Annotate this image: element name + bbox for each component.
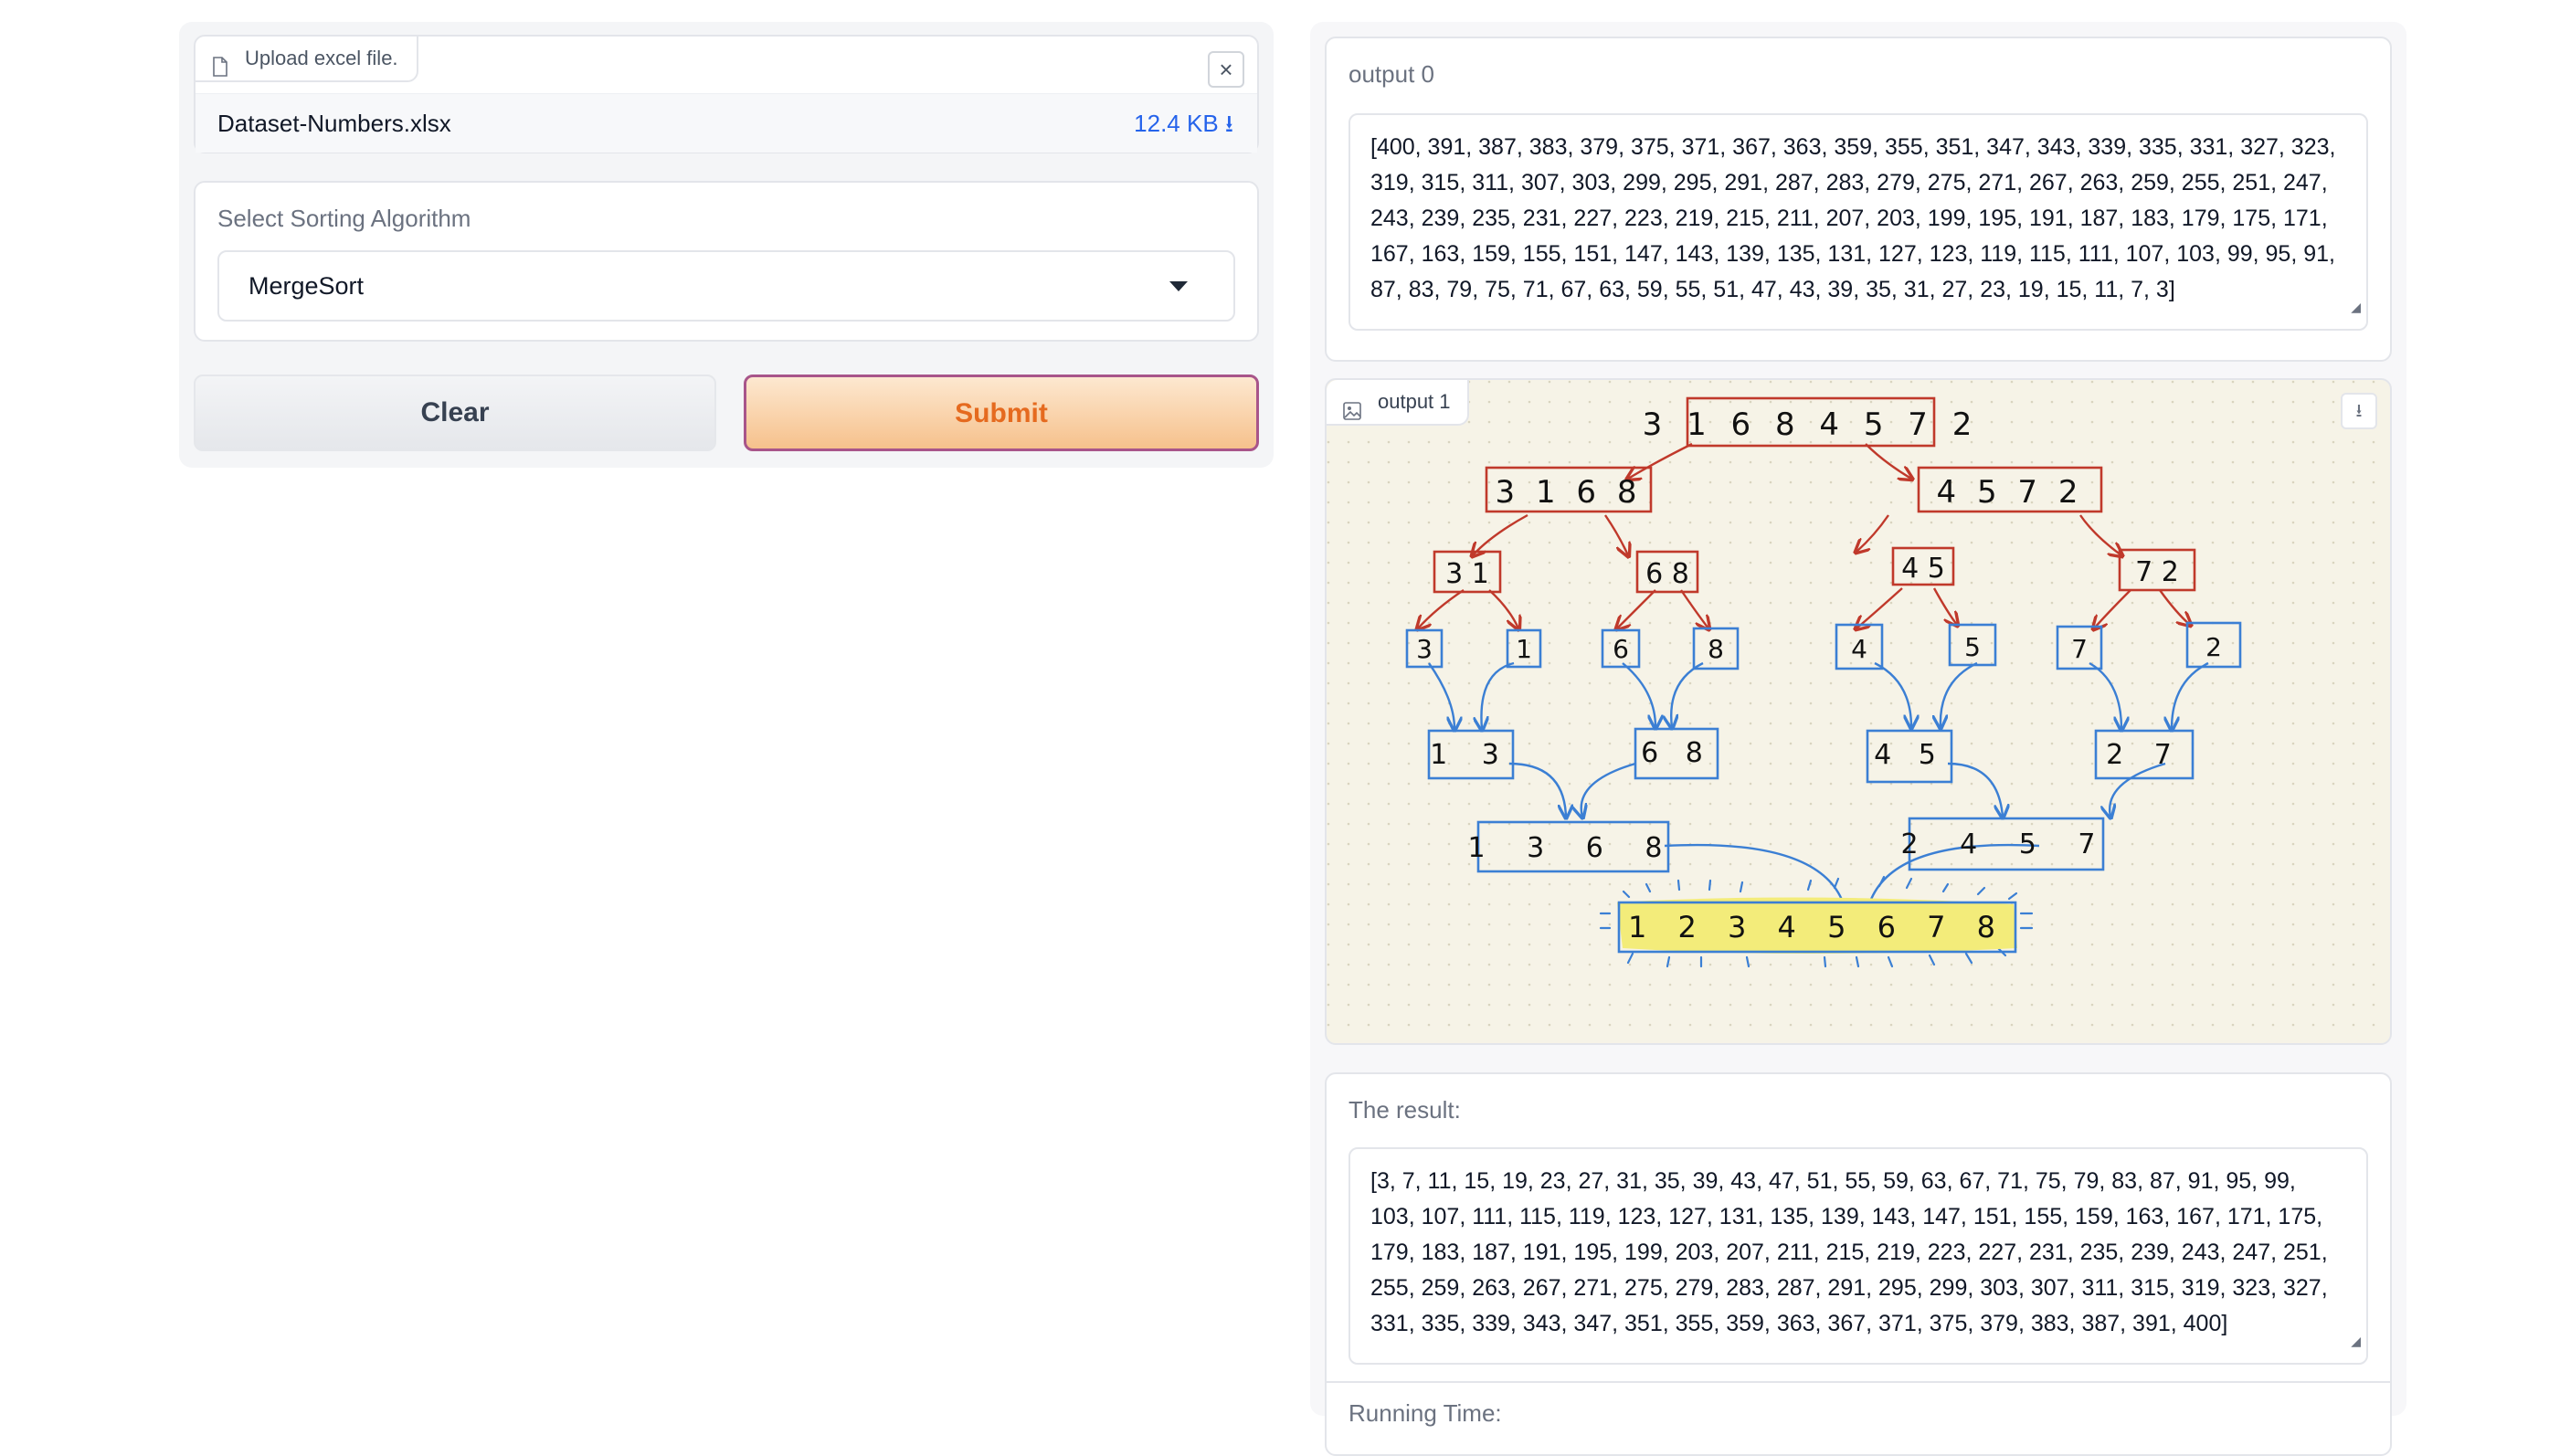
result-card: The result: [3, 7, 11, 15, 19, 23, 27, 3… (1325, 1072, 2392, 1456)
file-icon (212, 48, 228, 92)
split-label-left: 3 1 6 8 (1496, 474, 1643, 511)
pair-label-3: 4 5 (1901, 553, 1945, 585)
result-value: [3, 7, 11, 15, 19, 23, 27, 31, 35, 39, 4… (1370, 1168, 2328, 1336)
pair-label-2: 6 8 (1645, 558, 1689, 590)
output-1-label: output 1 (1378, 390, 1451, 413)
leaf-label-5: 4 (1851, 634, 1867, 664)
download-icon[interactable]: ⭳ (2341, 393, 2377, 429)
uploaded-file-row: Dataset-Numbers.xlsx 12.4 KB ⭳ (196, 93, 1257, 153)
leaf-label-7: 7 (2071, 634, 2088, 664)
leaf-label-6: 5 (1964, 632, 1981, 662)
final-label: 1 2 3 4 5 6 7 8 (1628, 910, 2006, 944)
output-panel: output 0 [400, 391, 387, 383, 379, 375, … (1310, 22, 2406, 1456)
split-label-right: 4 5 7 2 (1937, 474, 2084, 511)
merge-label-3: 4 5 (1874, 739, 1945, 771)
running-time-label: Running Time: (1349, 1399, 1502, 1427)
select-label: Select Sorting Algorithm (217, 205, 471, 232)
file-download-link[interactable]: 12.4 KB ⭳ (1134, 94, 1233, 153)
file-upload[interactable]: Upload excel file. × Dataset-Numbers.xls… (194, 35, 1259, 153)
output-0-value: [400, 391, 387, 383, 379, 375, 371, 367,… (1370, 134, 2336, 302)
image-label-tag: output 1 (1327, 380, 1469, 426)
resize-handle-icon[interactable]: ◢ (2351, 1324, 2361, 1359)
leaf-label-4: 8 (1708, 634, 1724, 664)
submit-button[interactable]: Submit (744, 375, 1259, 451)
pair-label-1: 3 1 (1445, 558, 1489, 590)
dropdown-arrow-icon (1169, 281, 1188, 291)
merge-label-6: 2 4 5 7 (1901, 828, 2112, 860)
pair-label-4: 7 2 (2135, 556, 2179, 588)
upload-label: Upload excel file. (245, 47, 398, 69)
merge-sort-diagram: 3 1 6 8 4 5 7 2 3 1 6 8 4 5 7 2 3 1 6 8 … (1327, 380, 2390, 1043)
algorithm-selected-value: MergeSort (249, 272, 365, 300)
input-panel: Upload excel file. × Dataset-Numbers.xls… (179, 22, 1274, 468)
merge-label-5: 1 3 6 8 (1468, 832, 1679, 864)
section-divider (1327, 1381, 2390, 1383)
file-name: Dataset-Numbers.xlsx (217, 110, 451, 137)
clear-button[interactable]: Clear (194, 375, 716, 451)
root-label: 3 1 6 8 4 5 7 2 (1643, 406, 1980, 443)
upload-label-tag: Upload excel file. (196, 37, 418, 82)
result-textarea[interactable]: [3, 7, 11, 15, 19, 23, 27, 31, 35, 39, 4… (1349, 1147, 2368, 1365)
image-icon (1343, 392, 1361, 436)
output-0-card: output 0 [400, 391, 387, 383, 379, 375, … (1325, 37, 2392, 362)
merge-label-1: 1 3 (1430, 739, 1512, 771)
output-0-textarea[interactable]: [400, 391, 387, 383, 379, 375, 371, 367,… (1349, 113, 2368, 331)
result-label: The result: (1349, 1096, 1461, 1124)
close-icon: × (1219, 56, 1233, 83)
algorithm-dropdown[interactable]: MergeSort (217, 250, 1235, 322)
merge-label-4: 2 7 (2106, 739, 2183, 771)
output-1-image-card: output 1 ⭳ 3 1 6 8 4 5 7 2 3 1 6 8 4 5 7… (1325, 378, 2392, 1045)
leaf-label-3: 6 (1613, 634, 1629, 664)
leaf-label-2: 1 (1516, 634, 1532, 664)
remove-file-button[interactable]: × (1208, 51, 1244, 88)
output-0-label: output 0 (1349, 60, 1434, 88)
algorithm-select-card: Select Sorting Algorithm MergeSort (194, 181, 1259, 342)
leaf-label-8: 2 (2205, 632, 2222, 662)
resize-handle-icon[interactable]: ◢ (2351, 290, 2361, 325)
leaf-label-1: 3 (1416, 634, 1433, 664)
merge-label-2: 6 8 (1641, 737, 1712, 769)
